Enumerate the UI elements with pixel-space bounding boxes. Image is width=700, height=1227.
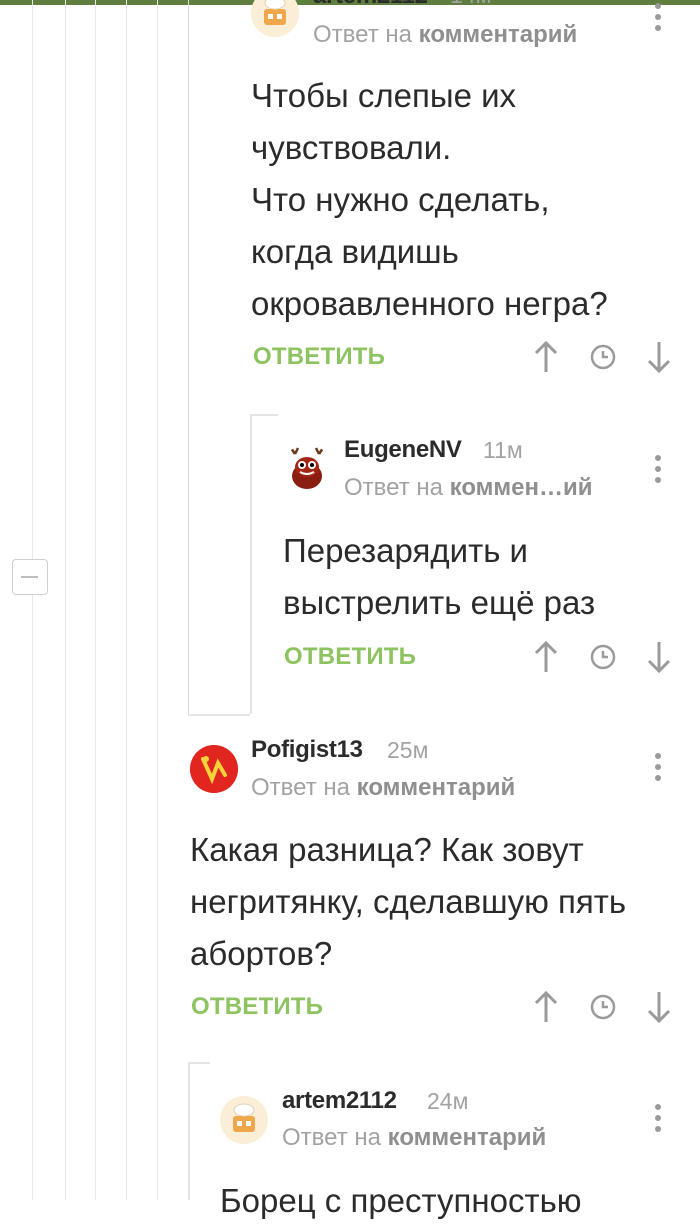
reply-button[interactable]: ОТВЕТИТЬ [284,643,416,671]
comment-time: 25м [387,737,429,763]
thread-branch-line [250,414,278,416]
arrow-down-icon[interactable] [646,640,672,674]
avatar[interactable] [220,1096,268,1144]
comment-author[interactable]: artem2112 [282,1087,397,1115]
reply-target-link[interactable]: комментарий [388,1124,547,1151]
collapse-minus-icon[interactable] [12,559,48,595]
thread-branch-line [188,1062,210,1064]
comment-time: 24м [427,1088,469,1114]
reply-to[interactable]: Ответ на комментарий [251,774,515,802]
comment-text: Какая разница? Как зовут негритянку, сде… [190,831,627,972]
arrow-down-icon[interactable] [646,990,672,1024]
comment-text: Чтобы слепые их чувствовали. Что нужно с… [251,77,608,322]
reply-prefix: Ответ на [251,774,350,801]
thread-branch-line [188,1062,190,1200]
thread-guide [95,0,96,1200]
chef-avatar-icon [220,1096,268,1144]
reply-button[interactable]: ОТВЕТИТЬ [191,993,323,1021]
reply-button[interactable]: ОТВЕТИТЬ [253,343,385,371]
comment-author[interactable]: Pofigist13 [251,736,363,764]
chef-avatar-icon [251,0,299,37]
thread-branch-line [250,414,252,714]
reply-to[interactable]: Ответ на коммен…ий [344,474,593,502]
more-vertical-icon[interactable] [654,753,662,783]
comment-author[interactable]: artem2112 [313,0,428,10]
reply-to[interactable]: Ответ на комментарий [282,1124,546,1152]
more-vertical-icon[interactable] [654,1104,662,1134]
comment-time: 11м [483,437,523,463]
reply-target-link[interactable]: комментарий [357,774,516,801]
reply-prefix: Ответ на [313,21,412,48]
clock-icon[interactable] [589,343,617,371]
pofigist-avatar-icon [190,745,238,793]
comment-time: 14м [450,0,491,9]
clock-icon[interactable] [589,993,617,1021]
deer-avatar-icon [289,447,325,489]
avatar[interactable] [190,745,238,793]
avatar[interactable] [283,444,331,492]
thread-guide [126,0,127,1200]
avatar[interactable] [251,0,299,37]
comment-author[interactable]: EugeneNV [344,436,462,464]
comment-text: Борец с преступностью [220,1182,582,1219]
thread-guide [65,0,66,1200]
arrow-up-icon[interactable] [533,990,559,1024]
more-vertical-icon[interactable] [654,3,662,33]
clock-icon[interactable] [589,643,617,671]
reply-target-link[interactable]: комментарий [419,21,578,48]
reply-prefix: Ответ на [344,474,443,501]
reply-target-link[interactable]: коммен…ий [450,474,593,501]
reply-prefix: Ответ на [282,1124,381,1151]
arrow-up-icon[interactable] [533,640,559,674]
arrow-down-icon[interactable] [646,340,672,374]
thread-branch-line [188,714,250,716]
thread-guide [157,0,158,1200]
thread-guide [188,0,189,715]
thread-guide [32,0,33,1200]
arrow-up-icon[interactable] [533,340,559,374]
comment-text: Перезарядить и выстрелить ещё раз [283,532,596,621]
reply-to[interactable]: Ответ на комментарий [313,21,577,49]
more-vertical-icon[interactable] [654,455,662,485]
